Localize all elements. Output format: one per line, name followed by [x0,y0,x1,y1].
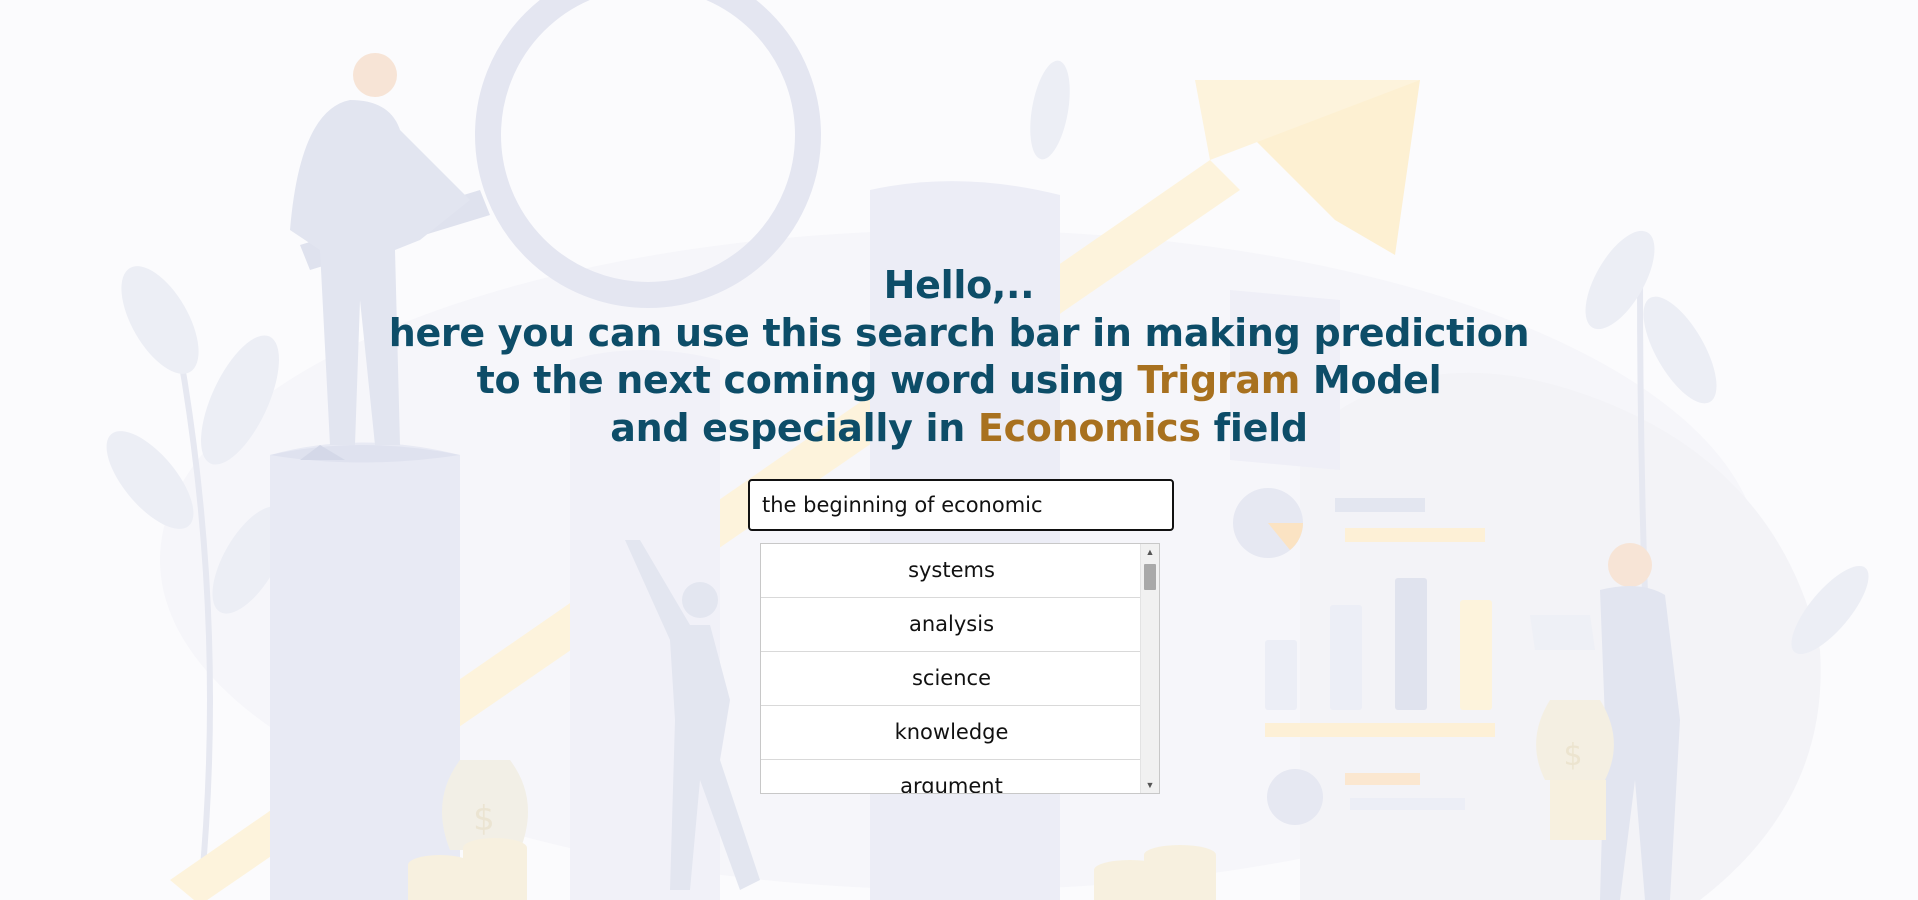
suggestion-item[interactable]: science [761,652,1142,706]
suggestion-items: systems analysis science knowledge argum… [761,544,1142,793]
svg-text:$: $ [1563,738,1582,773]
svg-text:$: $ [473,799,495,839]
intro-line-3-suffix: Model [1300,358,1442,402]
intro-line-4: and especially in Economics field [0,405,1918,453]
intro-line-3-prefix: to the next coming word using [476,358,1138,402]
suggestion-item[interactable]: analysis [761,598,1142,652]
greeting-text: Hello,.. [883,263,1035,307]
suggestion-list[interactable]: systems analysis science knowledge argum… [760,543,1160,794]
intro-line-4-prefix: and especially in [610,405,978,450]
suggestion-item[interactable]: knowledge [761,706,1142,760]
intro-line-3: to the next coming word using Trigram Mo… [0,357,1918,405]
suggestion-scrollbar[interactable]: ▲ ▼ [1140,544,1159,793]
intro-line-4-suffix: field [1200,405,1308,450]
intro-line-2: here you can use this search bar in maki… [388,310,1530,355]
intro-headline: Hello,.. here you can use this search ba… [0,262,1918,452]
scroll-down-arrow-icon[interactable]: ▼ [1141,777,1159,793]
suggestion-item[interactable]: argument [761,760,1142,793]
scroll-up-arrow-icon[interactable]: ▲ [1141,544,1159,560]
app-page: $ $ Hello,.. here you can use this searc… [0,0,1918,900]
search-input[interactable] [748,479,1174,531]
trigram-highlight: Trigram [1137,358,1300,402]
economics-highlight: Economics [977,405,1201,450]
scroll-thumb[interactable] [1144,564,1156,590]
suggestion-item[interactable]: systems [761,544,1142,598]
